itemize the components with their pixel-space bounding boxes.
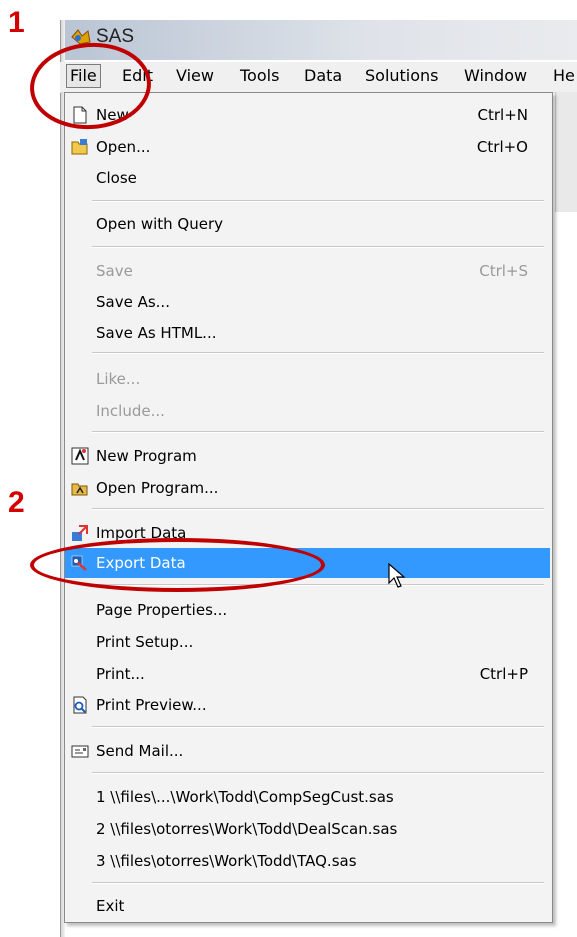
menu-item-label: Like... [96, 370, 141, 388]
menu-separator [92, 882, 544, 884]
menu-item-recent-file-2[interactable]: 2 \\files\otorres\Work\Todd\DealScan.sas [65, 814, 550, 844]
menu-separator [92, 200, 544, 202]
menu-item-label: New Program [96, 447, 197, 465]
menu-item-label: Open... [96, 138, 151, 156]
menu-item-new[interactable]: New Ctrl+N [65, 100, 550, 130]
menu-item-save-as-html[interactable]: Save As HTML... [65, 318, 550, 348]
menu-item-label: Page Properties... [96, 601, 228, 619]
menu-window[interactable]: Window [464, 66, 527, 86]
menu-item-label: Save [96, 262, 133, 280]
window-title: SAS [96, 26, 135, 47]
menu-separator [92, 246, 544, 248]
step-2-label: 2 [8, 486, 25, 519]
menu-item-open-program[interactable]: Open Program... [65, 473, 550, 503]
menu-separator [92, 772, 544, 774]
open-program-icon [71, 483, 88, 496]
sas-logo-icon [71, 29, 91, 45]
menu-separator [92, 431, 544, 433]
new-document-icon [73, 106, 87, 124]
menu-item-send-mail[interactable]: Send Mail... [65, 736, 550, 766]
menu-item-open-with-query[interactable]: Open with Query [65, 209, 550, 239]
menu-item-print[interactable]: Print... Ctrl+P [65, 659, 550, 689]
menu-item-label: 3 \\files\otorres\Work\Todd\TAQ.sas [96, 852, 357, 870]
menu-help[interactable]: He [553, 66, 575, 86]
menu-separator [92, 726, 544, 728]
menu-item-label: 2 \\files\otorres\Work\Todd\DealScan.sas [96, 820, 398, 838]
mail-icon [71, 745, 89, 758]
menu-item-page-properties[interactable]: Page Properties... [65, 595, 550, 625]
menu-item-exit[interactable]: Exit [65, 891, 550, 921]
menu-item-label: New [96, 106, 129, 124]
new-program-icon [71, 447, 89, 465]
menu-solutions[interactable]: Solutions [365, 66, 439, 86]
menu-item-label: Include... [96, 402, 165, 420]
menu-item-shortcut: Ctrl+N [477, 106, 528, 124]
export-data-icon [71, 555, 87, 571]
menu-item-print-preview[interactable]: Print Preview... [65, 690, 550, 720]
menu-item-save-as[interactable]: Save As... [65, 287, 550, 317]
menu-item-label: Print Setup... [96, 633, 194, 651]
menu-item-shortcut: Ctrl+S [479, 262, 528, 280]
step-1-label: 1 [8, 6, 25, 39]
menu-item-import-data[interactable]: Import Data [65, 518, 550, 548]
mouse-cursor-icon [388, 563, 406, 588]
background-toolbar [555, 92, 577, 212]
menu-item-like: Like... [65, 364, 550, 394]
menu-item-shortcut: Ctrl+P [479, 665, 528, 683]
menu-item-recent-file-1[interactable]: 1 \\files\...\Work\Todd\CompSegCust.sas [65, 782, 550, 812]
menu-item-save: Save Ctrl+S [65, 256, 550, 286]
menu-separator [92, 352, 544, 354]
title-bar [60, 20, 577, 60]
menu-view[interactable]: View [176, 66, 214, 86]
menu-data[interactable]: Data [304, 66, 342, 86]
menu-separator [92, 508, 544, 510]
menu-item-close[interactable]: Close [65, 163, 550, 193]
menu-item-label: Exit [96, 897, 125, 915]
menu-item-label: Import Data [96, 524, 187, 542]
menu-item-recent-file-3[interactable]: 3 \\files\otorres\Work\Todd\TAQ.sas [65, 846, 550, 876]
menu-item-label: Save As... [96, 293, 170, 311]
menu-item-export-data[interactable]: Export Data [65, 548, 550, 578]
menu-edit[interactable]: Edit [122, 66, 153, 86]
menu-item-open[interactable]: Open... Ctrl+O [65, 132, 550, 162]
print-preview-icon [73, 696, 87, 714]
menu-item-label: Close [96, 169, 137, 187]
menu-item-include: Include... [65, 396, 550, 426]
menu-item-label: Print Preview... [96, 696, 207, 714]
menu-item-shortcut: Ctrl+O [476, 138, 528, 156]
menu-file[interactable]: File [66, 64, 101, 88]
menu-item-label: Save As HTML... [96, 324, 217, 342]
menu-item-label: Print... [96, 665, 145, 683]
menu-item-new-program[interactable]: New Program [65, 441, 550, 471]
menu-item-label: Send Mail... [96, 742, 184, 760]
menu-item-print-setup[interactable]: Print Setup... [65, 627, 550, 657]
menu-item-label: Open Program... [96, 479, 219, 497]
menu-item-label: 1 \\files\...\Work\Todd\CompSegCust.sas [96, 788, 394, 806]
menu-item-label: Open with Query [96, 215, 224, 233]
open-folder-icon [71, 139, 88, 155]
import-data-icon [72, 525, 88, 541]
menu-tools[interactable]: Tools [240, 66, 279, 86]
menu-separator [92, 584, 544, 586]
menu-item-label: Export Data [96, 554, 186, 572]
